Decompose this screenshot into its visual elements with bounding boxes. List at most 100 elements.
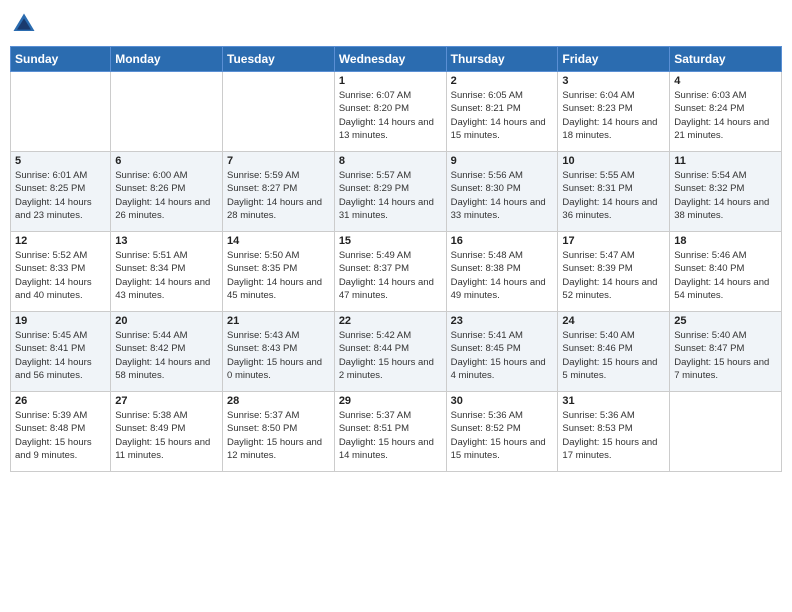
calendar-cell: 12Sunrise: 5:52 AM Sunset: 8:33 PM Dayli… [11, 232, 111, 312]
calendar-cell: 30 Sunrise: 5:36 AM Sunset: 8:52 PM Dayli… [446, 392, 558, 472]
day-number: 26 [15, 395, 106, 407]
calendar-cell: 22Sunrise: 5:42 AM Sunset: 8:44 PM Dayli… [334, 312, 446, 392]
day-number: 18 [674, 235, 777, 247]
day-detail: Sunrise: 5:44 AM Sunset: 8:42 PM Dayligh… [115, 329, 218, 382]
day-number: 7 [227, 155, 330, 167]
calendar-cell: 27 Sunrise: 5:38 AM Sunset: 8:49 PM Dayli… [111, 392, 223, 472]
day-detail: Sunrise: 5:37 AM Sunset: 8:51 PM Dayligh… [339, 409, 442, 462]
day-number: 1 [339, 75, 442, 87]
day-number: 5 [15, 155, 106, 167]
calendar-week-row: 5 Sunrise: 6:01 AM Sunset: 8:25 PM Daylig… [11, 152, 782, 232]
day-number: 23 [451, 315, 554, 327]
weekday-header-row: SundayMondayTuesdayWednesdayThursdayFrid… [11, 47, 782, 72]
day-number: 17 [562, 235, 665, 247]
weekday-header-friday: Friday [558, 47, 670, 72]
calendar-cell: 17 Sunrise: 5:47 AM Sunset: 8:39 PM Dayli… [558, 232, 670, 312]
day-detail: Sunrise: 5:50 AM Sunset: 8:35 PM Dayligh… [227, 249, 330, 302]
calendar-cell: 5 Sunrise: 6:01 AM Sunset: 8:25 PM Daylig… [11, 152, 111, 232]
day-detail: Sunrise: 5:36 AM Sunset: 8:53 PM Dayligh… [562, 409, 665, 462]
day-number: 24 [562, 315, 665, 327]
day-number: 20 [115, 315, 218, 327]
weekday-header-saturday: Saturday [670, 47, 782, 72]
day-detail: Sunrise: 5:55 AM Sunset: 8:31 PM Dayligh… [562, 169, 665, 222]
calendar-cell: 1 Sunrise: 6:07 AM Sunset: 8:20 PM Daylig… [334, 72, 446, 152]
calendar-cell: 28 Sunrise: 5:37 AM Sunset: 8:50 PM Dayli… [223, 392, 335, 472]
day-number: 21 [227, 315, 330, 327]
day-detail: Sunrise: 6:04 AM Sunset: 8:23 PM Dayligh… [562, 89, 665, 142]
day-detail: Sunrise: 5:45 AM Sunset: 8:41 PM Dayligh… [15, 329, 106, 382]
calendar-cell: 16Sunrise: 5:48 AM Sunset: 8:38 PM Dayli… [446, 232, 558, 312]
day-detail: Sunrise: 5:48 AM Sunset: 8:38 PM Dayligh… [451, 249, 554, 302]
calendar-cell [11, 72, 111, 152]
calendar-cell: 13 Sunrise: 5:51 AM Sunset: 8:34 PM Dayli… [111, 232, 223, 312]
day-number: 9 [451, 155, 554, 167]
day-detail: Sunrise: 6:01 AM Sunset: 8:25 PM Dayligh… [15, 169, 106, 222]
calendar-week-row: 1 Sunrise: 6:07 AM Sunset: 8:20 PM Daylig… [11, 72, 782, 152]
calendar-cell: 25 Sunrise: 5:40 AM Sunset: 8:47 PM Dayli… [670, 312, 782, 392]
day-detail: Sunrise: 5:40 AM Sunset: 8:47 PM Dayligh… [674, 329, 777, 382]
calendar-cell: 26 Sunrise: 5:39 AM Sunset: 8:48 PM Dayli… [11, 392, 111, 472]
day-number: 8 [339, 155, 442, 167]
calendar-week-row: 12Sunrise: 5:52 AM Sunset: 8:33 PM Dayli… [11, 232, 782, 312]
weekday-header-wednesday: Wednesday [334, 47, 446, 72]
calendar-cell: 9 Sunrise: 5:56 AM Sunset: 8:30 PM Daylig… [446, 152, 558, 232]
calendar-cell: 31 Sunrise: 5:36 AM Sunset: 8:53 PM Dayli… [558, 392, 670, 472]
day-number: 30 [451, 395, 554, 407]
calendar-cell [670, 392, 782, 472]
day-number: 28 [227, 395, 330, 407]
calendar-cell: 10 Sunrise: 5:55 AM Sunset: 8:31 PM Dayli… [558, 152, 670, 232]
day-detail: Sunrise: 6:03 AM Sunset: 8:24 PM Dayligh… [674, 89, 777, 142]
calendar-week-row: 26 Sunrise: 5:39 AM Sunset: 8:48 PM Dayli… [11, 392, 782, 472]
day-detail: Sunrise: 5:59 AM Sunset: 8:27 PM Dayligh… [227, 169, 330, 222]
calendar-week-row: 19Sunrise: 5:45 AM Sunset: 8:41 PM Dayli… [11, 312, 782, 392]
calendar-cell: 14 Sunrise: 5:50 AM Sunset: 8:35 PM Dayli… [223, 232, 335, 312]
weekday-header-tuesday: Tuesday [223, 47, 335, 72]
calendar-cell: 20 Sunrise: 5:44 AM Sunset: 8:42 PM Dayli… [111, 312, 223, 392]
calendar-cell: 2 Sunrise: 6:05 AM Sunset: 8:21 PM Daylig… [446, 72, 558, 152]
calendar-cell: 21 Sunrise: 5:43 AM Sunset: 8:43 PM Dayli… [223, 312, 335, 392]
calendar-cell: 29 Sunrise: 5:37 AM Sunset: 8:51 PM Dayli… [334, 392, 446, 472]
day-number: 13 [115, 235, 218, 247]
day-detail: Sunrise: 5:37 AM Sunset: 8:50 PM Dayligh… [227, 409, 330, 462]
day-number: 22 [339, 315, 442, 327]
day-number: 15 [339, 235, 442, 247]
calendar-cell: 3 Sunrise: 6:04 AM Sunset: 8:23 PM Daylig… [558, 72, 670, 152]
day-number: 31 [562, 395, 665, 407]
day-detail: Sunrise: 6:05 AM Sunset: 8:21 PM Dayligh… [451, 89, 554, 142]
day-number: 25 [674, 315, 777, 327]
day-number: 11 [674, 155, 777, 167]
day-number: 27 [115, 395, 218, 407]
calendar-cell: 4 Sunrise: 6:03 AM Sunset: 8:24 PM Daylig… [670, 72, 782, 152]
day-detail: Sunrise: 5:56 AM Sunset: 8:30 PM Dayligh… [451, 169, 554, 222]
day-detail: Sunrise: 6:00 AM Sunset: 8:26 PM Dayligh… [115, 169, 218, 222]
calendar-cell: 11 Sunrise: 5:54 AM Sunset: 8:32 PM Dayli… [670, 152, 782, 232]
calendar-cell [111, 72, 223, 152]
logo-icon [10, 10, 38, 38]
day-detail: Sunrise: 6:07 AM Sunset: 8:20 PM Dayligh… [339, 89, 442, 142]
day-detail: Sunrise: 5:52 AM Sunset: 8:33 PM Dayligh… [15, 249, 106, 302]
day-detail: Sunrise: 5:43 AM Sunset: 8:43 PM Dayligh… [227, 329, 330, 382]
calendar-cell: 24 Sunrise: 5:40 AM Sunset: 8:46 PM Dayli… [558, 312, 670, 392]
calendar-cell: 15 Sunrise: 5:49 AM Sunset: 8:37 PM Dayli… [334, 232, 446, 312]
day-detail: Sunrise: 5:40 AM Sunset: 8:46 PM Dayligh… [562, 329, 665, 382]
day-number: 10 [562, 155, 665, 167]
day-detail: Sunrise: 5:36 AM Sunset: 8:52 PM Dayligh… [451, 409, 554, 462]
day-detail: Sunrise: 5:39 AM Sunset: 8:48 PM Dayligh… [15, 409, 106, 462]
day-detail: Sunrise: 5:51 AM Sunset: 8:34 PM Dayligh… [115, 249, 218, 302]
day-detail: Sunrise: 5:54 AM Sunset: 8:32 PM Dayligh… [674, 169, 777, 222]
day-number: 29 [339, 395, 442, 407]
day-number: 6 [115, 155, 218, 167]
weekday-header-monday: Monday [111, 47, 223, 72]
day-detail: Sunrise: 5:49 AM Sunset: 8:37 PM Dayligh… [339, 249, 442, 302]
day-number: 14 [227, 235, 330, 247]
calendar-cell: 8Sunrise: 5:57 AM Sunset: 8:29 PM Daylig… [334, 152, 446, 232]
day-number: 3 [562, 75, 665, 87]
weekday-header-sunday: Sunday [11, 47, 111, 72]
calendar-cell: 23 Sunrise: 5:41 AM Sunset: 8:45 PM Dayli… [446, 312, 558, 392]
day-detail: Sunrise: 5:41 AM Sunset: 8:45 PM Dayligh… [451, 329, 554, 382]
day-detail: Sunrise: 5:38 AM Sunset: 8:49 PM Dayligh… [115, 409, 218, 462]
logo [10, 10, 42, 38]
day-number: 4 [674, 75, 777, 87]
day-detail: Sunrise: 5:47 AM Sunset: 8:39 PM Dayligh… [562, 249, 665, 302]
day-number: 2 [451, 75, 554, 87]
